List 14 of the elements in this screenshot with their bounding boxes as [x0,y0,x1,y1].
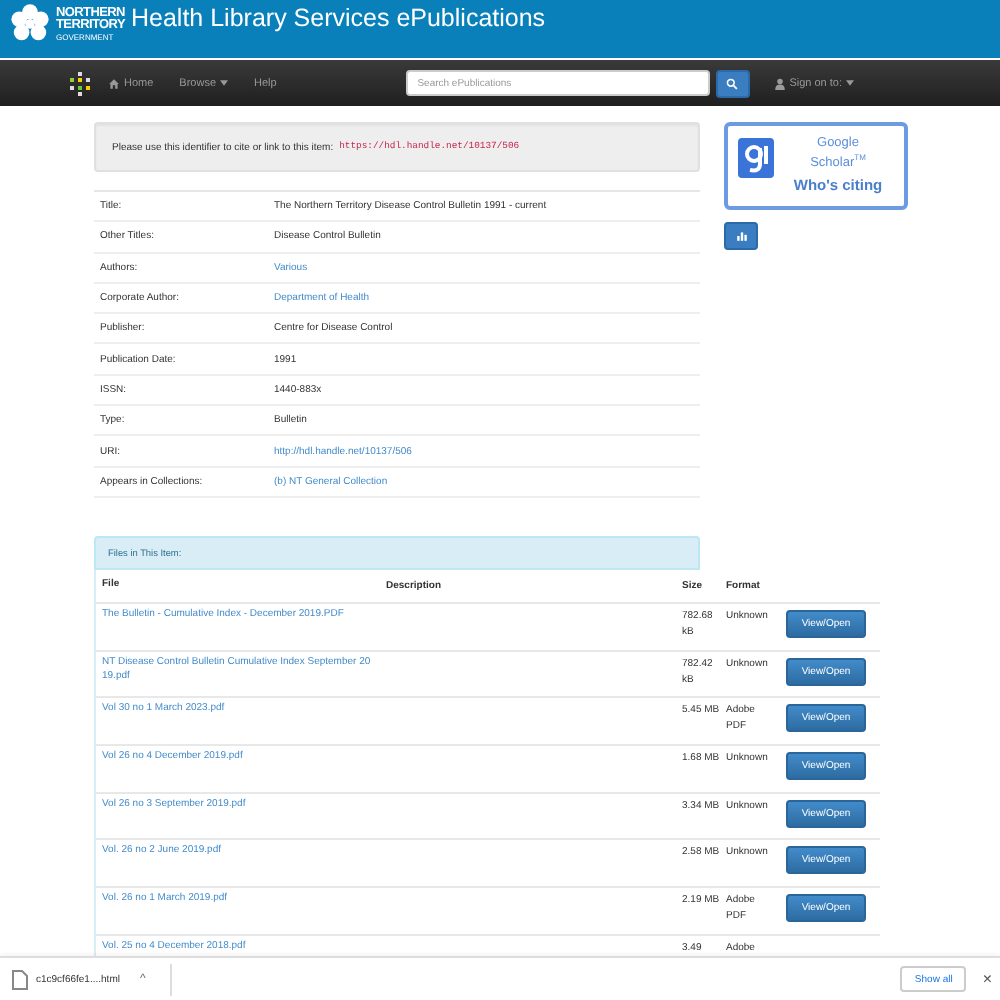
caret-icon [846,80,854,86]
user-icon [773,77,786,89]
caret-icon [220,80,229,86]
scholar-logo-icon [738,138,774,178]
search-icon [726,77,739,89]
grid-logo-icon[interactable] [68,71,92,95]
site-title: Health Library Services ePublications [131,4,546,32]
close-button[interactable]: × [982,970,992,988]
flower-logo-icon [6,2,54,46]
bar-chart-icon [735,230,747,242]
home-icon [108,77,120,89]
statistics-button[interactable] [724,222,758,250]
file-icon [12,969,28,989]
search-button[interactable] [715,69,750,97]
